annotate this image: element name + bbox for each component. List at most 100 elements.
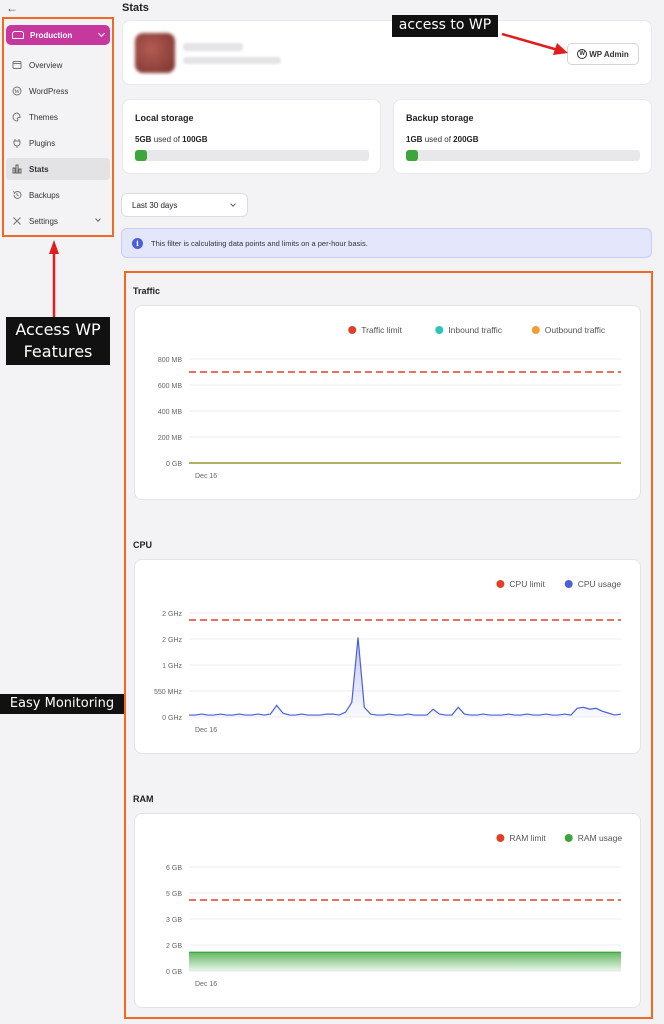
sidebar-item-label: Backups — [29, 190, 60, 200]
storage-usage: 5GB used of 100GB — [135, 135, 208, 144]
sidebar-item-wordpress[interactable]: W WordPress — [6, 80, 110, 102]
y-tick-label: 0 GB — [166, 461, 182, 468]
cpu-chart: CPU limit CPU usage 2 GHz 2 GHz 1 GHz 550 MHz… — [154, 579, 622, 734]
sidebar-item-label: Overview — [29, 60, 63, 70]
legend-marker — [564, 834, 573, 842]
sidebar-item-overview[interactable]: Overview — [6, 54, 110, 76]
sidebar-item-settings[interactable]: Settings — [6, 210, 110, 232]
callout-arrow-up — [49, 240, 59, 318]
bar-chart-icon — [12, 164, 22, 174]
y-tick-label: 550 MHz — [154, 689, 183, 696]
storage-progress-bar — [135, 150, 369, 161]
legend-marker — [435, 326, 444, 334]
chevron-down-icon — [95, 216, 101, 222]
storage-progress-fill — [135, 150, 147, 161]
sidebar-item-backups[interactable]: Backups — [6, 184, 110, 206]
traffic-title: Traffic — [133, 286, 161, 296]
y-tick-label: 5 GB — [166, 891, 182, 898]
sidebar: Production Overview W WordPress Themes P… — [2, 17, 114, 237]
wordpress-icon: W — [12, 86, 22, 96]
sidebar-item-themes[interactable]: Themes — [6, 106, 110, 128]
storage-usage: 1GB used of 200GB — [406, 135, 479, 144]
chevron-down-icon — [230, 201, 236, 207]
svg-text:W: W — [14, 89, 20, 95]
cpu-chart-card: CPU limit CPU usage 2 GHz 2 GHz 1 GHz 550 MHz… — [134, 559, 641, 754]
series-area — [189, 952, 621, 971]
legend-marker — [496, 580, 505, 588]
environment-label: Production — [30, 30, 73, 40]
date-range-value: Last 30 days — [132, 200, 178, 210]
ram-chart: RAM limit RAM usage 6 GB 5 GB 3 GB 2 GB 0 GB De… — [166, 833, 623, 988]
legend-label[interactable]: Outbound traffic — [545, 325, 606, 335]
local-storage-card: Local storage 5GB used of 100GB — [122, 99, 381, 174]
backup-storage-card: Backup storage 1GB used of 200GB — [393, 99, 652, 174]
legend-marker — [531, 326, 540, 334]
y-tick-label: 2 GHz — [162, 637, 182, 644]
sidebar-item-label: Themes — [29, 112, 58, 122]
sidebar-item-stats[interactable]: Stats — [6, 158, 110, 180]
storage-title: Local storage — [135, 113, 194, 123]
date-range-select[interactable]: Last 30 days — [121, 193, 248, 217]
site-url-redacted — [183, 57, 281, 64]
environment-selector[interactable]: Production — [6, 25, 110, 45]
ram-title: RAM — [133, 794, 154, 804]
cpu-title: CPU — [133, 540, 153, 550]
wp-admin-label: WP Admin — [589, 49, 629, 59]
y-tick-label: 2 GB — [166, 943, 182, 950]
y-tick-label: 600 MB — [158, 383, 182, 390]
palette-icon — [12, 112, 22, 122]
plug-icon — [12, 138, 22, 148]
ram-chart-card: RAM limit RAM usage 6 GB 5 GB 3 GB 2 GB 0 GB De… — [134, 813, 641, 1008]
sidebar-item-label: Plugins — [29, 138, 56, 148]
site-thumbnail — [135, 33, 175, 73]
series-line — [189, 637, 622, 716]
section-divider — [127, 512, 650, 526]
callout-arrow-right — [501, 32, 568, 55]
info-text: This filter is calculating data points a… — [151, 238, 368, 248]
sidebar-item-label: Settings — [29, 216, 58, 226]
y-tick-label: 1 GHz — [162, 663, 182, 670]
traffic-chart-card: Traffic limit Inbound traffic Outbound tra… — [134, 305, 641, 500]
sidebar-item-label: Stats — [29, 164, 49, 174]
legend-marker — [564, 580, 573, 588]
window-icon — [12, 60, 22, 70]
car-icon — [12, 31, 24, 39]
callout-access-wp: access to WP — [392, 15, 498, 37]
back-arrow-icon[interactable]: ← — [6, 1, 18, 15]
history-icon — [12, 190, 22, 200]
legend-label[interactable]: RAM usage — [578, 833, 623, 843]
storage-title: Backup storage — [406, 113, 474, 123]
series-area — [189, 637, 621, 717]
y-tick-label: 0 GB — [166, 969, 182, 976]
x-tick-label: Dec 16 — [195, 727, 217, 734]
callout-easy-monitoring: Easy Monitoring — [0, 694, 124, 714]
legend-marker — [348, 326, 357, 334]
storage-progress-bar — [406, 150, 640, 161]
y-tick-label: 3 GB — [166, 917, 182, 924]
wp-admin-button[interactable]: W WP Admin — [567, 43, 639, 65]
legend-label[interactable]: CPU limit — [509, 579, 545, 589]
tools-icon — [12, 216, 22, 226]
y-tick-label: 2 GHz — [162, 611, 182, 618]
traffic-chart: Traffic limit Inbound traffic Outbound tra… — [158, 325, 621, 480]
section-divider — [127, 764, 650, 778]
chevron-down-icon — [97, 29, 106, 38]
page-title: Stats — [122, 2, 149, 14]
y-tick-label: 0 GHz — [162, 715, 182, 722]
x-tick-label: Dec 16 — [195, 981, 217, 988]
info-banner: i This filter is calculating data points… — [121, 228, 652, 258]
y-tick-label: 6 GB — [166, 865, 182, 872]
y-tick-label: 800 MB — [158, 357, 182, 364]
info-icon: i — [132, 237, 143, 249]
legend-label[interactable]: CPU usage — [578, 579, 622, 589]
storage-progress-fill — [406, 150, 418, 161]
y-tick-label: 400 MB — [158, 409, 182, 416]
legend-label[interactable]: Inbound traffic — [448, 325, 502, 335]
legend-label[interactable]: RAM limit — [509, 833, 546, 843]
legend-label[interactable]: Traffic limit — [361, 325, 402, 335]
legend-marker — [496, 834, 505, 842]
sidebar-item-label: WordPress — [29, 86, 69, 96]
wordpress-icon: W — [577, 49, 588, 59]
callout-access-features: Access WP Features — [6, 317, 110, 365]
sidebar-item-plugins[interactable]: Plugins — [6, 132, 110, 154]
